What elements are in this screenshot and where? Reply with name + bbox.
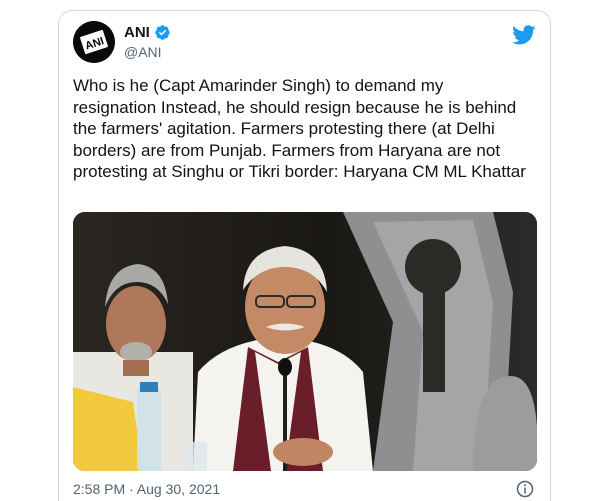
info-icon[interactable] <box>516 480 534 498</box>
avatar[interactable]: ANI <box>73 21 115 63</box>
author-name-row: ANI <box>124 24 171 41</box>
twitter-bird-icon[interactable] <box>512 23 536 47</box>
ani-logo: ANI <box>73 21 115 63</box>
tweet-card: ANI ANI @ANI Who is he (Capt Amarinder S… <box>58 10 551 501</box>
tweet-text: Who is he (Capt Amarinder Singh) to dema… <box>73 76 526 181</box>
tweet-timestamp[interactable]: 2:58 PM · Aug 30, 2021 <box>73 481 220 497</box>
press-conference-photo <box>73 212 537 471</box>
tweet-media-image[interactable] <box>73 212 537 471</box>
verified-badge-icon <box>155 25 170 40</box>
author-handle[interactable]: @ANI <box>124 44 162 60</box>
author-display-name[interactable]: ANI <box>124 24 150 41</box>
